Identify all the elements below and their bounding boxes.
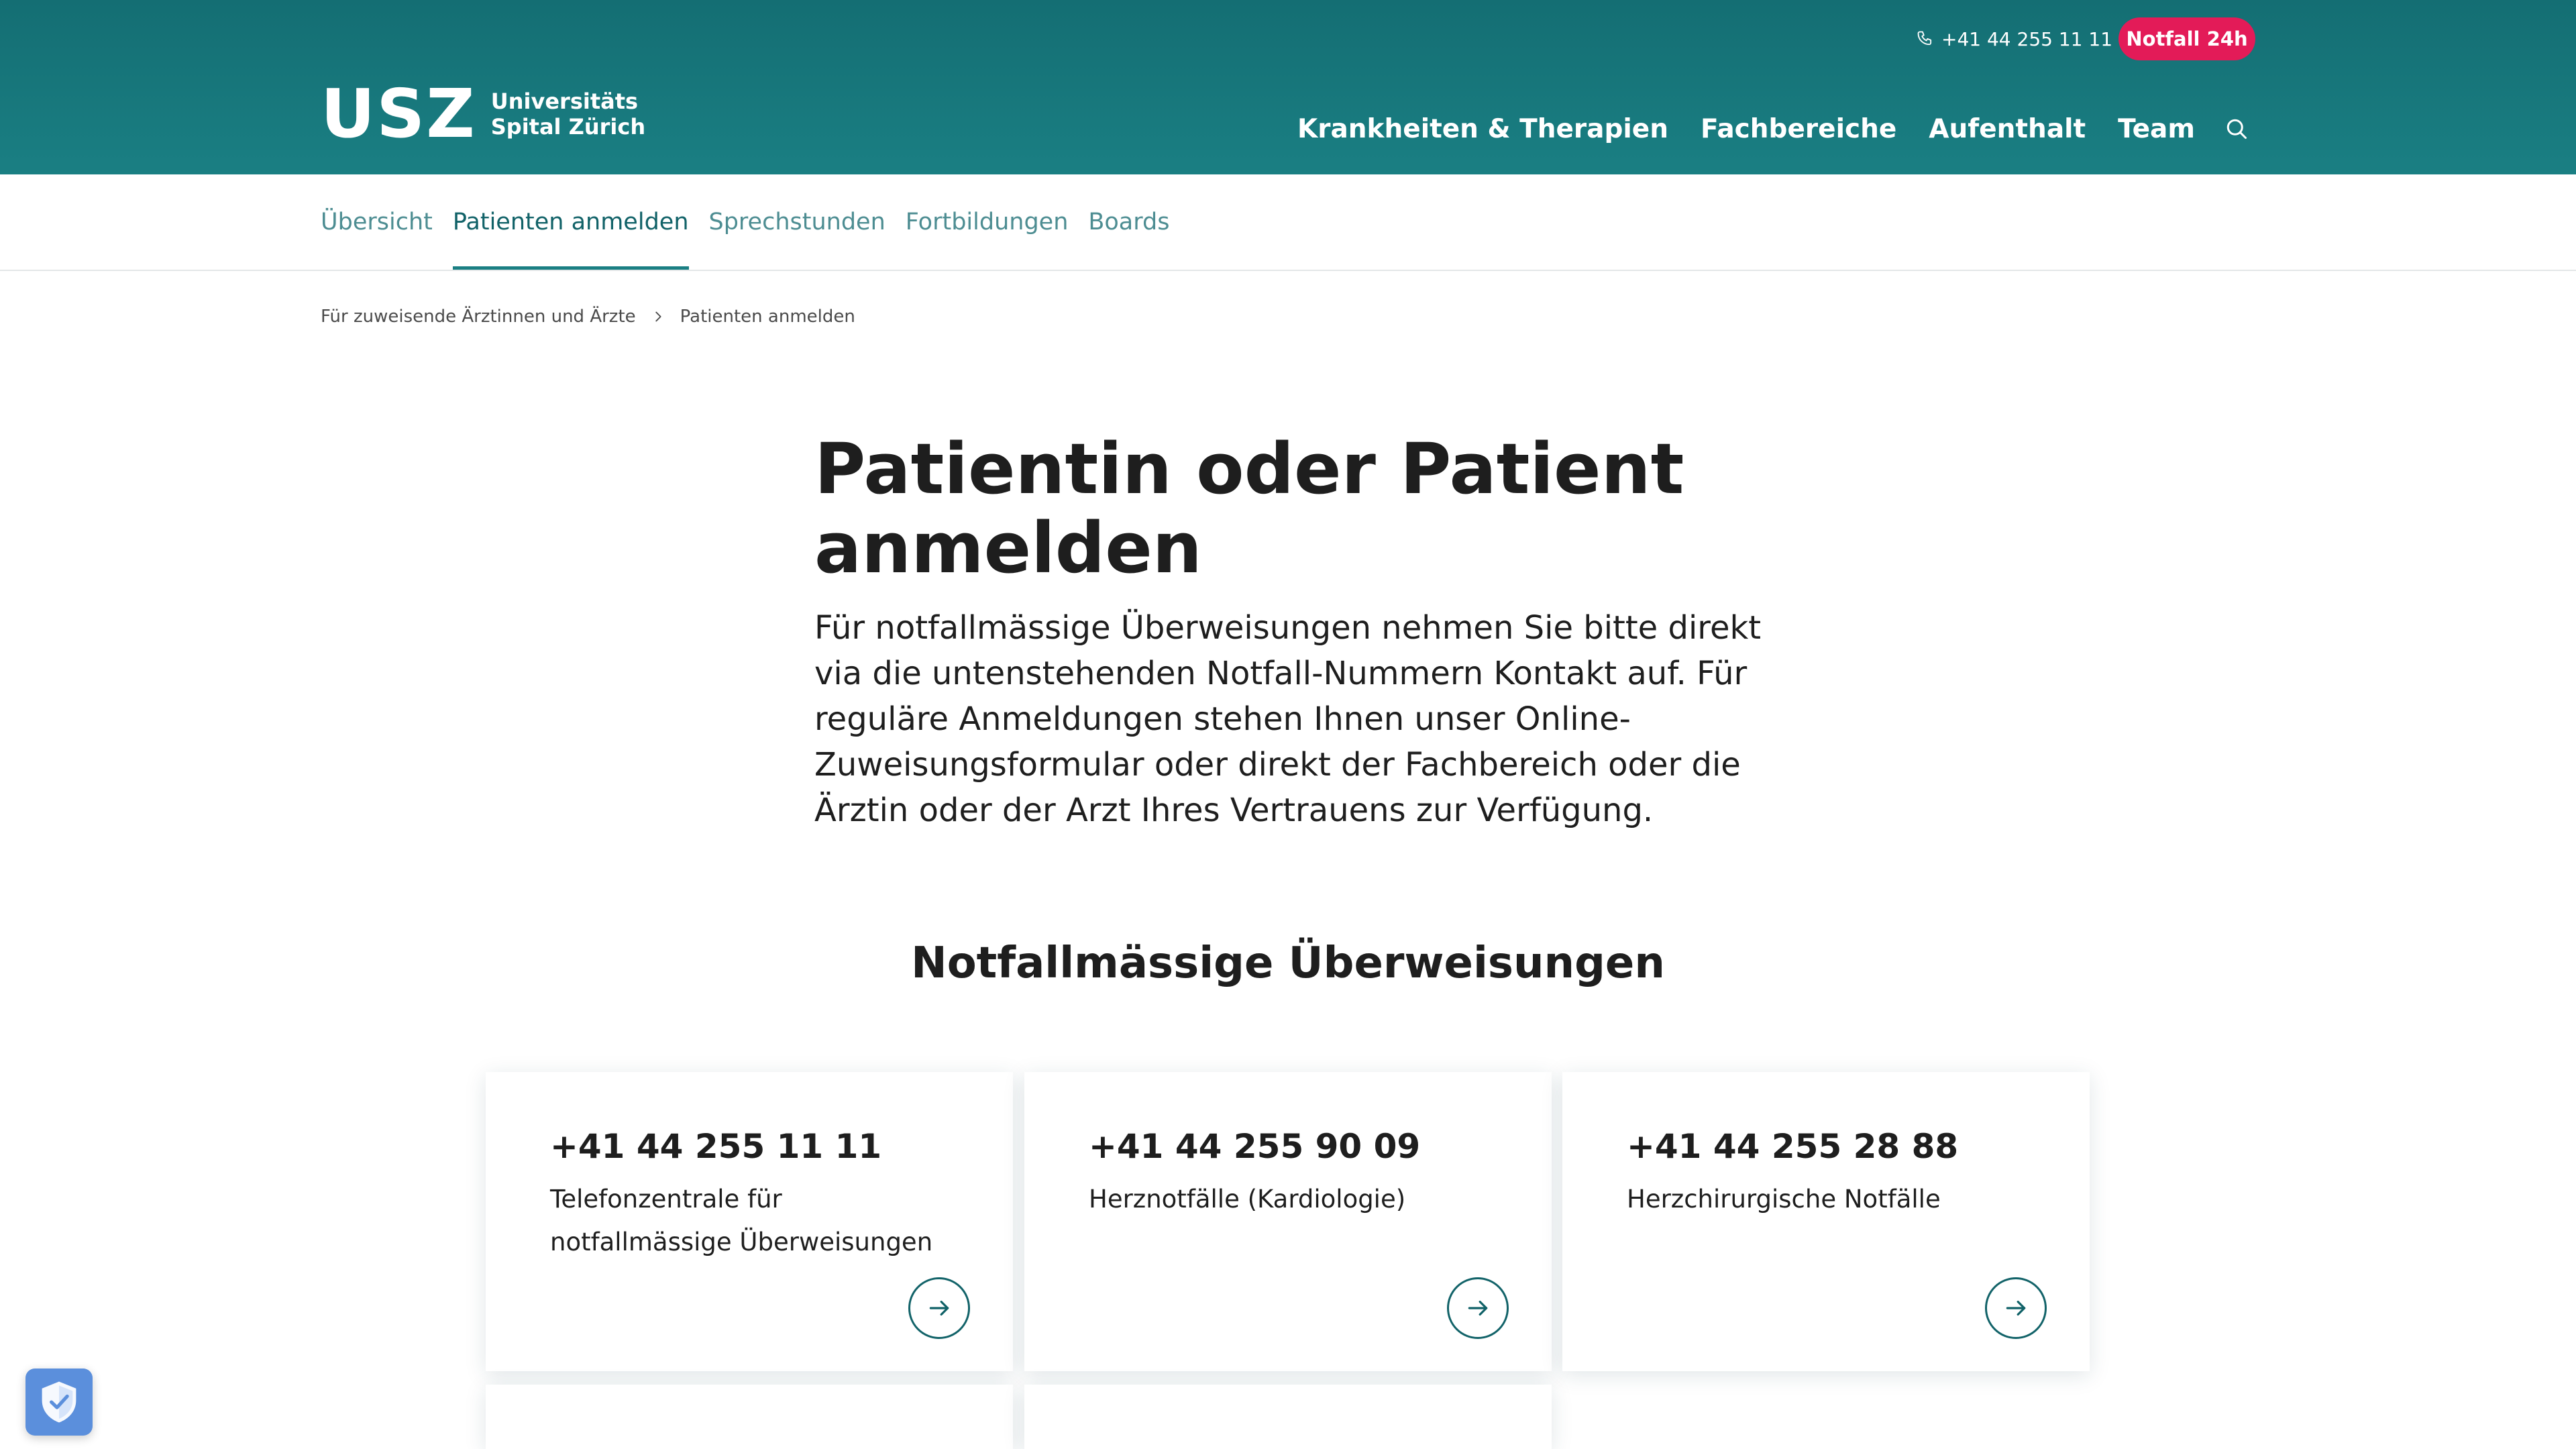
card-phone-number: +41 44 255 28 88: [1627, 1127, 1959, 1166]
emergency-24h-button[interactable]: Notfall 24h: [2118, 17, 2255, 60]
breadcrumb: Für zuweisende Ärztinnen und Ärzte Patie…: [321, 303, 855, 330]
card-link-button[interactable]: [908, 1277, 970, 1339]
phone-icon: [1917, 31, 1932, 46]
chevron-right-icon: [655, 311, 661, 322]
emergency-card-herzchirurgie[interactable]: +41 44 255 28 88 Herzchirurgische Notfäl…: [1562, 1072, 2090, 1371]
card-link-button[interactable]: [1447, 1277, 1509, 1339]
header-phone-number: +41 44 255 11 11: [1941, 28, 2113, 50]
emergency-card-row2-2[interactable]: [1024, 1385, 1552, 1449]
card-link-button[interactable]: [1985, 1277, 2047, 1339]
nav-aufenthalt[interactable]: Aufenthalt: [1929, 114, 2086, 144]
usz-logo[interactable]: USZ Universitäts Spital Zürich: [321, 80, 645, 148]
arrow-right-icon: [929, 1300, 949, 1316]
breadcrumb-item-current: Patienten anmelden: [680, 307, 855, 327]
section-subnavigation: Übersicht Patienten anmelden Sprechstund…: [0, 174, 2576, 271]
logo-line-1: Universitäts: [490, 89, 639, 114]
emergency-card-kardiologie[interactable]: +41 44 255 90 09 Herznotfälle (Kardiolog…: [1024, 1072, 1552, 1371]
subnav-boards[interactable]: Boards: [1088, 174, 1169, 270]
subnav-items: Übersicht Patienten anmelden Sprechstund…: [321, 174, 1189, 270]
header-phone-link[interactable]: +41 44 255 11 11: [1916, 25, 2112, 52]
arrow-right-icon: [1468, 1300, 1488, 1316]
emergency-card-row2-1[interactable]: [486, 1385, 1013, 1449]
section-title: Notfallmässige Überweisungen: [911, 938, 1665, 988]
nav-team[interactable]: Team: [2118, 114, 2195, 144]
card-description: Telefonzentrale für notfallmässige Überw…: [550, 1185, 933, 1256]
logo-mark: USZ: [321, 74, 476, 153]
subnav-uebersicht[interactable]: Übersicht: [321, 174, 433, 270]
search-button[interactable]: [2223, 115, 2250, 142]
logo-wordmark: Universitäts Spital Zürich: [491, 89, 645, 140]
main-navigation: Krankheiten & Therapien Fachbereiche Auf…: [1297, 107, 2250, 150]
card-description: Herzchirurgische Notfälle: [1627, 1185, 1941, 1214]
subnav-fortbildungen[interactable]: Fortbildungen: [906, 174, 1069, 270]
arrow-right-icon: [2006, 1300, 2026, 1316]
subnav-patienten-anmelden[interactable]: Patienten anmelden: [452, 174, 689, 270]
emergency-card-telefonzentrale[interactable]: +41 44 255 11 11 Telefonzentrale für not…: [486, 1072, 1013, 1371]
intro-text: Für notfallmässige Überweisungen nehmen …: [814, 609, 1762, 829]
card-description: Herznotfälle (Kardiologie): [1089, 1185, 1406, 1214]
card-phone-number: +41 44 255 11 11: [550, 1127, 882, 1166]
card-phone-number: +41 44 255 90 09: [1089, 1127, 1421, 1166]
logo-line-2: Spital Zürich: [490, 114, 646, 140]
subnav-sprechstunden[interactable]: Sprechstunden: [709, 174, 885, 270]
site-header: USZ Universitäts Spital Zürich +41 44 25…: [0, 0, 2576, 174]
shield-check-icon: [42, 1381, 76, 1423]
privacy-settings-button[interactable]: [25, 1368, 93, 1436]
breadcrumb-item-zuweisende[interactable]: Für zuweisende Ärztinnen und Ärzte: [321, 307, 636, 327]
page-title: Patientin oder Patient anmelden: [814, 428, 1684, 589]
search-icon: [2226, 119, 2247, 139]
nav-fachbereiche[interactable]: Fachbereiche: [1701, 114, 1896, 144]
nav-krankheiten-therapien[interactable]: Krankheiten & Therapien: [1297, 114, 1668, 144]
